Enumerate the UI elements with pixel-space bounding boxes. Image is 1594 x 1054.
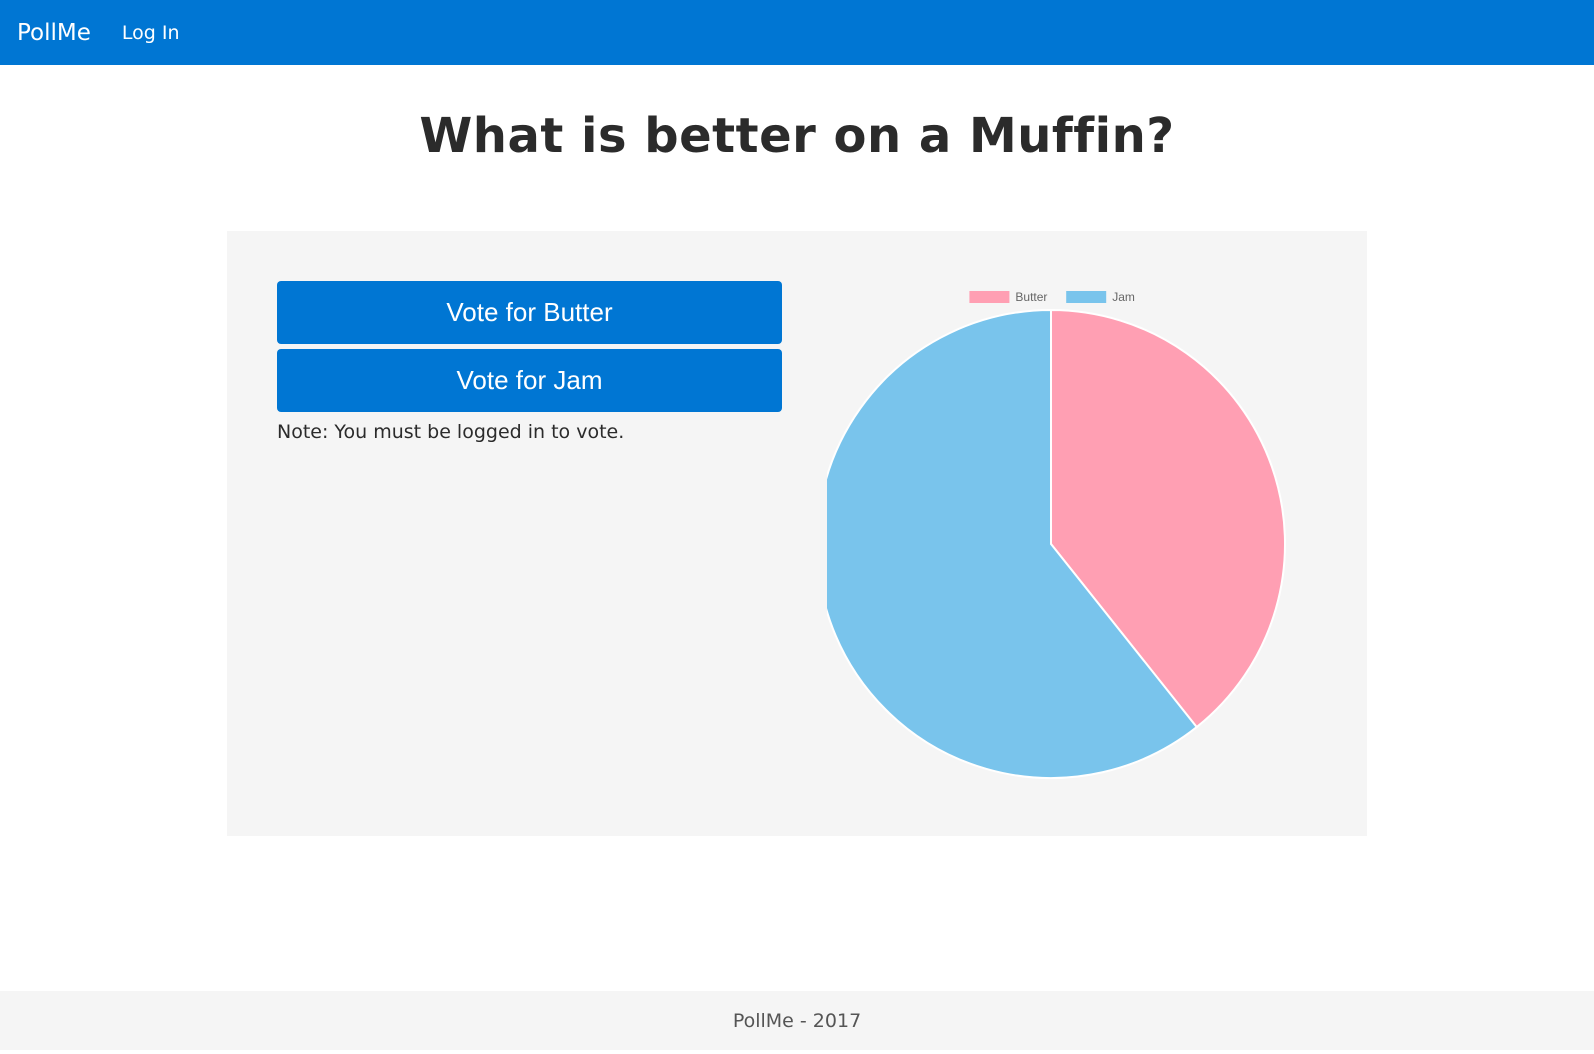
- vote-jam-button[interactable]: Vote for Jam: [277, 349, 782, 412]
- legend-swatch-butter[interactable]: [969, 291, 1010, 303]
- poll-panel: Vote for Butter Vote for Jam Note: You m…: [227, 231, 1367, 836]
- navbar: PollMe Log In: [0, 0, 1594, 65]
- pie-chart: Butter Jam: [827, 290, 1286, 779]
- legend-label-butter[interactable]: Butter: [1015, 290, 1047, 304]
- footer-text: PollMe - 2017: [732, 1009, 862, 1032]
- chart-slices: [827, 308, 1286, 779]
- login-link[interactable]: Log In: [122, 22, 180, 44]
- legend-label-jam[interactable]: Jam: [1112, 290, 1135, 304]
- footer: PollMe - 2017: [0, 991, 1594, 1050]
- chart-legend: Butter Jam: [969, 290, 1135, 304]
- poll-title: What is better on a Muffin?: [419, 108, 1175, 164]
- vote-butter-button[interactable]: Vote for Butter: [277, 281, 782, 344]
- brand-link[interactable]: PollMe: [17, 20, 91, 46]
- legend-swatch-jam[interactable]: [1066, 291, 1107, 303]
- login-note: Note: You must be logged in to vote.: [277, 421, 625, 443]
